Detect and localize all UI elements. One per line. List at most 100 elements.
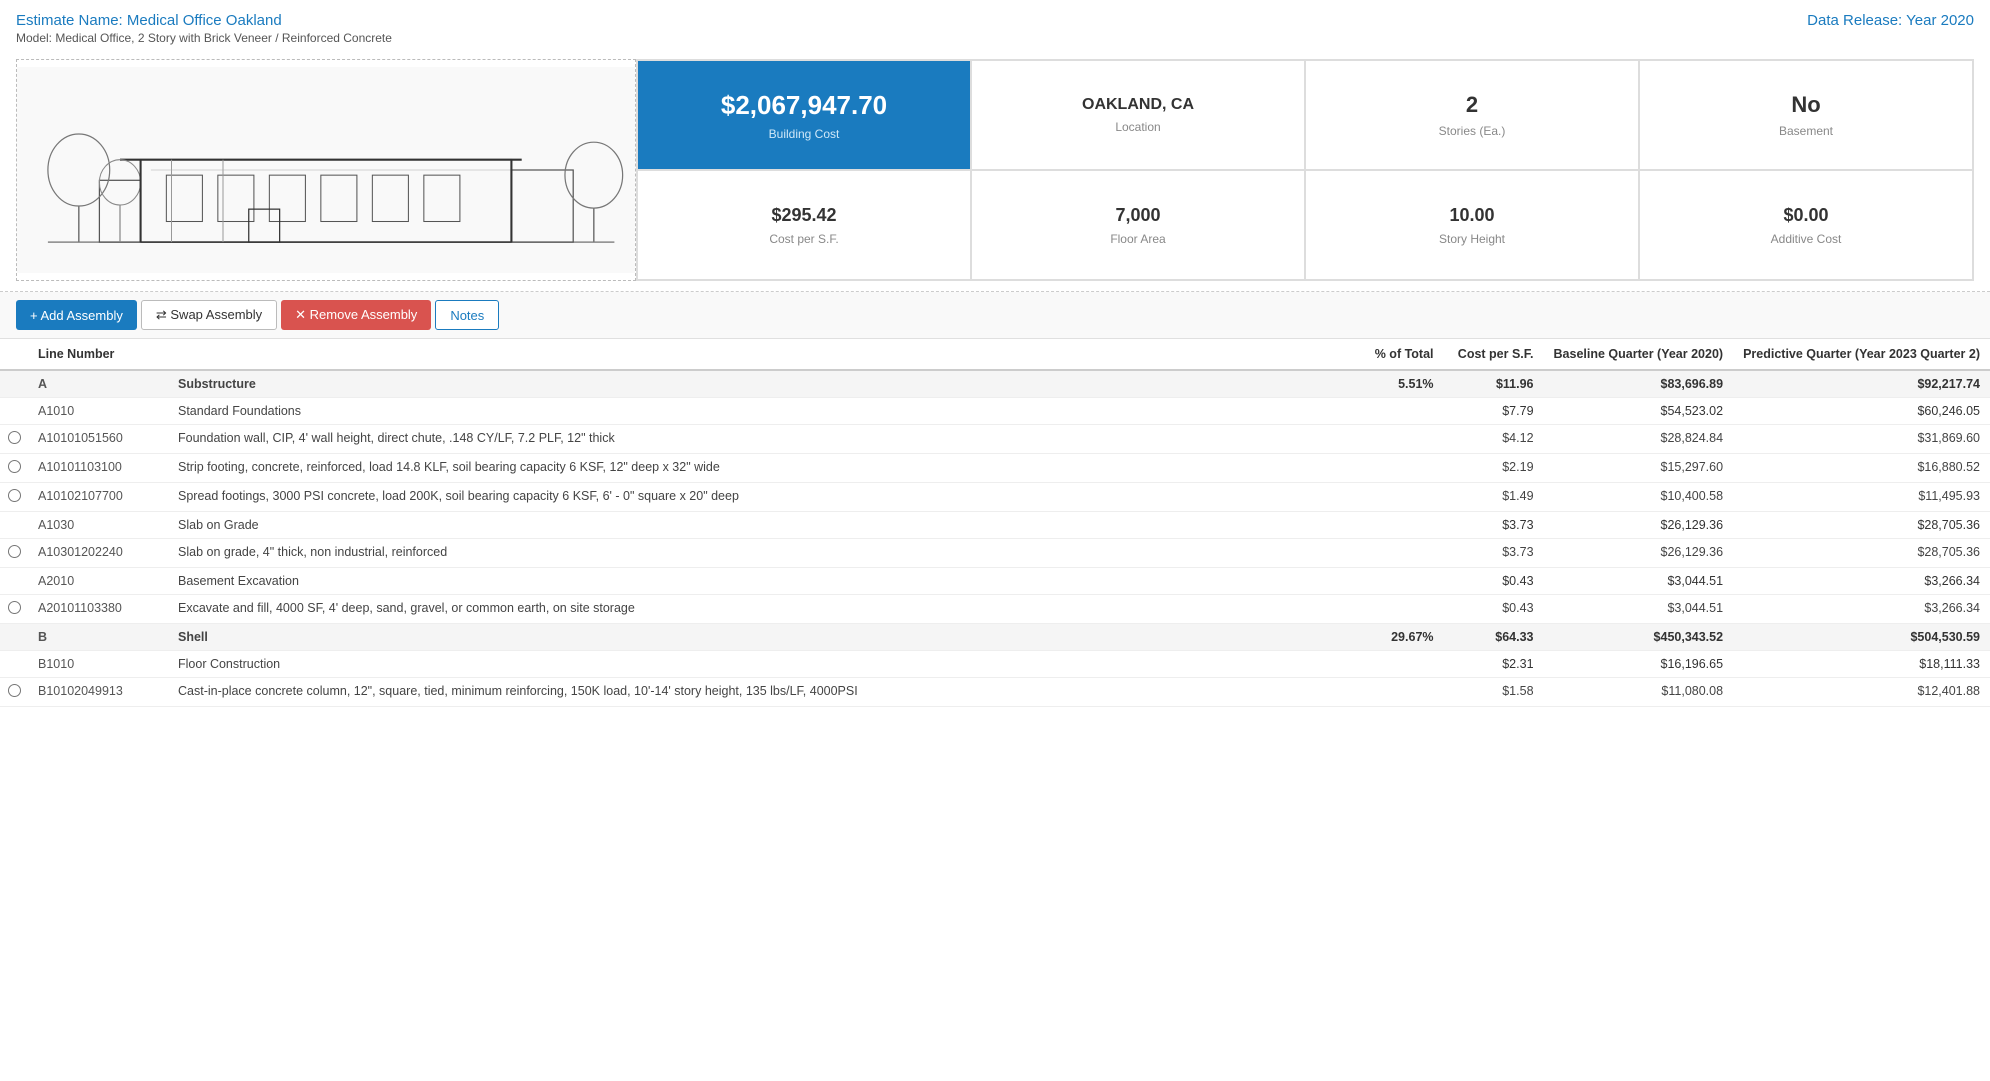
table-row: A1010 Standard Foundations $7.79 $54,523… (0, 398, 1990, 425)
toolbar: + Add Assembly ⇄ Swap Assembly ✕ Remove … (0, 292, 1990, 339)
swap-assembly-button[interactable]: ⇄ Swap Assembly (141, 300, 277, 330)
location-label: Location (1115, 120, 1160, 134)
item-desc: Slab on grade, 4" thick, non industrial,… (168, 539, 1354, 568)
table-row: B10102049913 Cast-in-place concrete colu… (0, 678, 1990, 707)
estimate-name: Medical Office Oakland (127, 12, 282, 29)
remove-assembly-button[interactable]: ✕ Remove Assembly (281, 300, 431, 330)
radio-cell[interactable] (0, 483, 28, 512)
assembly-radio[interactable] (8, 431, 21, 444)
item-predictive: $3,266.34 (1733, 595, 1990, 624)
item-desc: Excavate and fill, 4000 SF, 4' deep, san… (168, 595, 1354, 624)
subsection-pct (1354, 568, 1444, 595)
location-card: OAKLAND, CA Location (971, 60, 1305, 170)
item-baseline: $26,129.36 (1544, 539, 1734, 568)
subsection-desc: Basement Excavation (168, 568, 1354, 595)
item-code: A10101103100 (28, 454, 168, 483)
section-predictive: $92,217.74 (1733, 370, 1990, 398)
story-height-card: 10.00 Story Height (1305, 170, 1639, 280)
item-pct (1354, 539, 1444, 568)
subsection-baseline: $26,129.36 (1544, 512, 1734, 539)
section-baseline: $83,696.89 (1544, 370, 1734, 398)
table-row: B Shell 29.67% $64.33 $450,343.52 $504,5… (0, 624, 1990, 651)
col-radio (0, 339, 28, 370)
item-baseline: $10,400.58 (1544, 483, 1734, 512)
item-pct (1354, 678, 1444, 707)
radio-cell (0, 512, 28, 539)
table-row: A20101103380 Excavate and fill, 4000 SF,… (0, 595, 1990, 624)
item-code: A10102107700 (28, 483, 168, 512)
col-pct-total: % of Total (1354, 339, 1444, 370)
radio-cell[interactable] (0, 595, 28, 624)
basement-label: Basement (1779, 124, 1833, 138)
subsection-code: A1010 (28, 398, 168, 425)
col-baseline: Baseline Quarter (Year 2020) (1544, 339, 1734, 370)
section-cost-sf: $64.33 (1444, 624, 1544, 651)
table-row: A10101103100 Strip footing, concrete, re… (0, 454, 1990, 483)
radio-cell (0, 651, 28, 678)
table-body: A Substructure 5.51% $11.96 $83,696.89 $… (0, 370, 1990, 707)
subsection-desc: Floor Construction (168, 651, 1354, 678)
item-cost-sf: $0.43 (1444, 595, 1544, 624)
subsection-cost-sf: $7.79 (1444, 398, 1544, 425)
subsection-cost-sf: $3.73 (1444, 512, 1544, 539)
stories-label: Stories (Ea.) (1439, 124, 1506, 138)
additive-cost-label: Additive Cost (1771, 232, 1842, 246)
summary-area: $2,067,947.70 Building Cost OAKLAND, CA … (0, 49, 1990, 292)
radio-cell (0, 624, 28, 651)
item-baseline: $28,824.84 (1544, 425, 1734, 454)
subsection-code: A1030 (28, 512, 168, 539)
header-right: Data Release: Year 2020 (1807, 12, 1974, 29)
section-code: A (28, 370, 168, 398)
item-cost-sf: $2.19 (1444, 454, 1544, 483)
section-baseline: $450,343.52 (1544, 624, 1734, 651)
section-desc: Substructure (168, 370, 1354, 398)
model-name: Model: Medical Office, 2 Story with Bric… (16, 31, 392, 45)
radio-cell[interactable] (0, 678, 28, 707)
table-row: A10301202240 Slab on grade, 4" thick, no… (0, 539, 1990, 568)
assembly-radio[interactable] (8, 545, 21, 558)
building-cost-card: $2,067,947.70 Building Cost (637, 60, 971, 170)
story-height-value: 10.00 (1449, 205, 1494, 226)
subsection-desc: Standard Foundations (168, 398, 1354, 425)
radio-cell[interactable] (0, 454, 28, 483)
item-cost-sf: $3.73 (1444, 539, 1544, 568)
item-pct (1354, 425, 1444, 454)
building-cost-label: Building Cost (769, 127, 840, 141)
estimate-label: Estimate Name: (16, 12, 123, 29)
item-baseline: $15,297.60 (1544, 454, 1734, 483)
subsection-baseline: $16,196.65 (1544, 651, 1734, 678)
estimate-name-line: Estimate Name: Medical Office Oakland (16, 12, 392, 29)
assembly-table: Line Number % of Total Cost per S.F. Bas… (0, 339, 1990, 707)
subsection-predictive: $60,246.05 (1733, 398, 1990, 425)
subsection-cost-sf: $2.31 (1444, 651, 1544, 678)
subsection-desc: Slab on Grade (168, 512, 1354, 539)
assembly-radio[interactable] (8, 460, 21, 473)
subsection-predictive: $3,266.34 (1733, 568, 1990, 595)
assembly-radio[interactable] (8, 489, 21, 502)
stories-card: 2 Stories (Ea.) (1305, 60, 1639, 170)
section-pct: 5.51% (1354, 370, 1444, 398)
item-code: B10102049913 (28, 678, 168, 707)
building-sketch-svg (17, 60, 635, 280)
assembly-radio[interactable] (8, 684, 21, 697)
col-cost-sf: Cost per S.F. (1444, 339, 1544, 370)
subsection-predictive: $28,705.36 (1733, 512, 1990, 539)
assembly-radio[interactable] (8, 601, 21, 614)
subsection-pct (1354, 512, 1444, 539)
floor-area-value: 7,000 (1115, 205, 1160, 226)
add-assembly-button[interactable]: + Add Assembly (16, 300, 137, 330)
col-line-number: Line Number (28, 339, 168, 370)
data-release-label: Data Release: (1807, 12, 1902, 29)
notes-button[interactable]: Notes (435, 300, 499, 330)
location-value: OAKLAND, CA (1082, 96, 1194, 114)
item-desc: Foundation wall, CIP, 4' wall height, di… (168, 425, 1354, 454)
radio-cell[interactable] (0, 539, 28, 568)
radio-cell[interactable] (0, 425, 28, 454)
subsection-cost-sf: $0.43 (1444, 568, 1544, 595)
item-predictive: $28,705.36 (1733, 539, 1990, 568)
additive-cost-card: $0.00 Additive Cost (1639, 170, 1973, 280)
floor-area-label: Floor Area (1110, 232, 1165, 246)
item-predictive: $11,495.93 (1733, 483, 1990, 512)
radio-cell (0, 398, 28, 425)
building-image (16, 59, 636, 281)
